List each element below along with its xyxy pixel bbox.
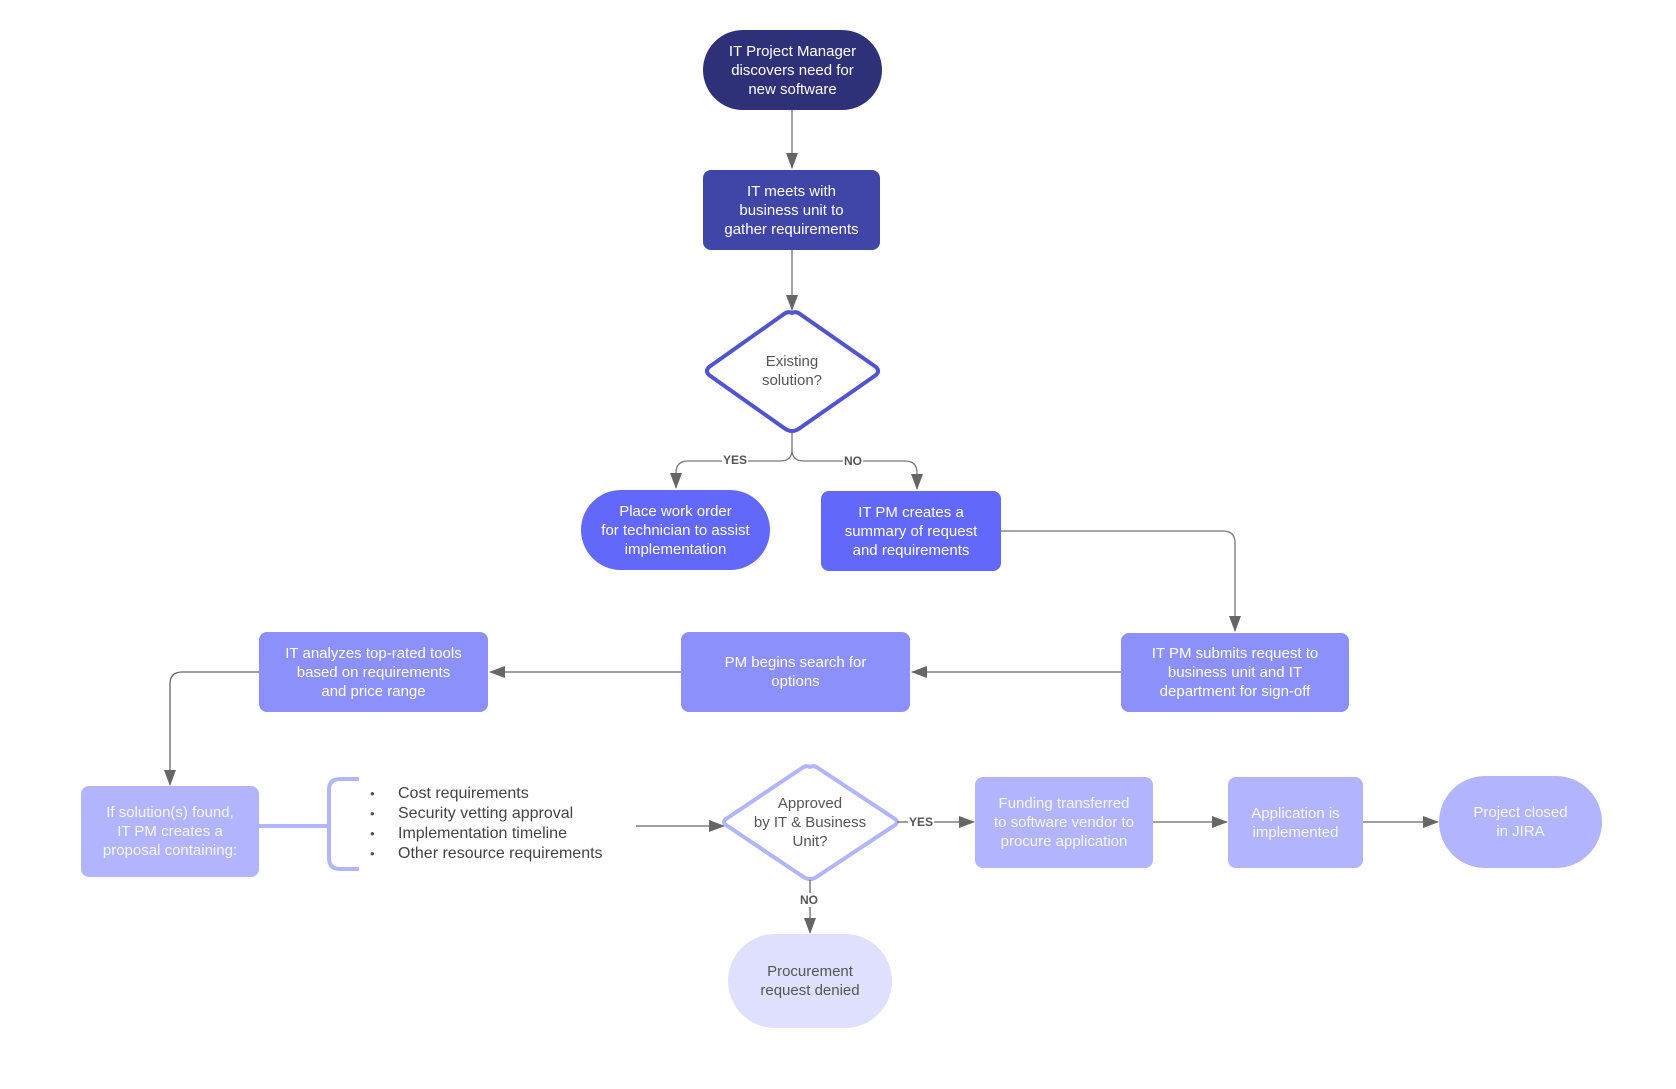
analyze-tools-process[interactable]: IT analyzes top-rated tools based on req…	[259, 632, 488, 712]
proposal-items-list: Cost requirements Security vetting appro…	[366, 784, 603, 864]
edge-label-yes-approved: YES	[908, 815, 935, 829]
closed-label: Project closed in JIRA	[1473, 804, 1568, 840]
connector-analyze-proposal	[164, 671, 259, 786]
proposal-label: If solution(s) found, IT PM creates a pr…	[102, 804, 238, 859]
funding-label: Funding transferred to software vendor t…	[993, 795, 1135, 850]
funding-process[interactable]: Funding transferred to software vendor t…	[975, 777, 1153, 868]
flowchart-canvas: IT Project Manager discovers need for ne…	[0, 0, 1676, 1089]
existing-solution-decision[interactable]: Existing solution?	[730, 340, 854, 402]
denied-terminal[interactable]: Procurement request denied	[728, 934, 892, 1028]
proposal-item: Security vetting approval	[366, 804, 603, 824]
denied-label: Procurement request denied	[760, 963, 860, 999]
start-terminal[interactable]: IT Project Manager discovers need for ne…	[703, 30, 882, 110]
closed-terminal[interactable]: Project closed in JIRA	[1439, 776, 1602, 868]
meet-label: IT meets with business unit to gather re…	[724, 182, 859, 238]
work-order-label: Place work order for technician to assis…	[601, 502, 750, 558]
search-options-process[interactable]: PM begins search for options	[681, 632, 910, 712]
approved-decision[interactable]: Approved by IT & Business Unit?	[748, 792, 872, 852]
implemented-process[interactable]: Application is implemented	[1228, 777, 1363, 868]
analyze-label: IT analyzes top-rated tools based on req…	[285, 644, 462, 700]
implemented-label: Application is implemented	[1251, 804, 1340, 841]
submit-label: IT PM submits request to business unit a…	[1151, 645, 1319, 700]
search-label: PM begins search for options	[724, 654, 867, 690]
edge-label-no-approved: NO	[799, 893, 819, 907]
approved-label: Approved by IT & Business Unit?	[753, 794, 867, 850]
existing-label: Existing solution?	[761, 353, 823, 389]
proposal-item: Other resource requirements	[366, 844, 603, 864]
edge-label-no-existing: NO	[843, 454, 863, 468]
edge-label-yes-existing: YES	[722, 453, 749, 467]
work-order-terminal[interactable]: Place work order for technician to assis…	[581, 490, 770, 570]
meet-requirements-process[interactable]: IT meets with business unit to gather re…	[703, 170, 880, 250]
start-label: IT Project Manager discovers need for ne…	[728, 42, 857, 98]
summary-process[interactable]: IT PM creates a summary of request and r…	[821, 491, 1001, 571]
summary-label: IT PM creates a summary of request and r…	[844, 503, 978, 559]
submit-request-process[interactable]: IT PM submits request to business unit a…	[1121, 633, 1349, 712]
proposal-item: Implementation timeline	[366, 824, 603, 844]
proposal-process[interactable]: If solution(s) found, IT PM creates a pr…	[81, 786, 259, 877]
proposal-item: Cost requirements	[366, 784, 603, 804]
proposal-bracket	[327, 777, 359, 871]
connector-summary-submit	[1001, 530, 1241, 632]
